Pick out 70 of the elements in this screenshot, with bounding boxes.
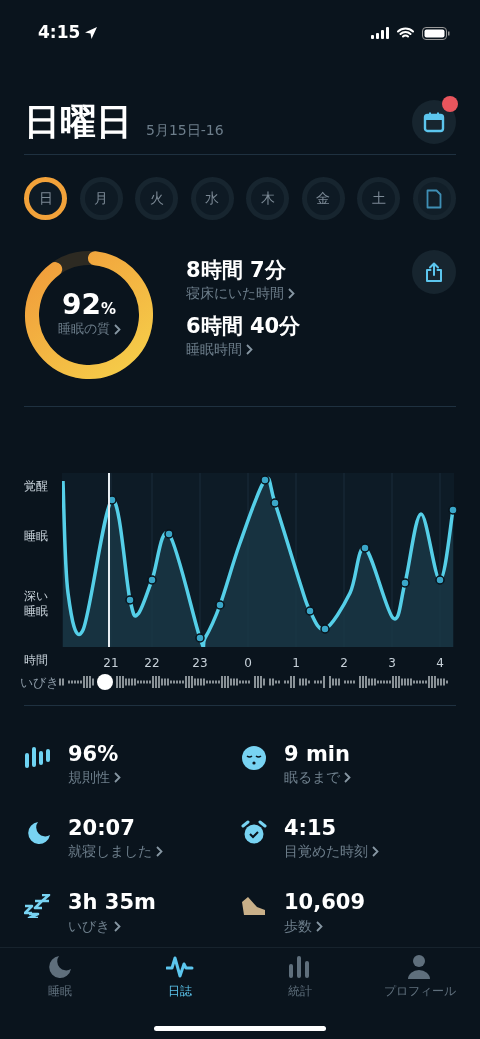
calendar-icon xyxy=(423,111,445,133)
report-button[interactable] xyxy=(412,177,456,220)
day-title: 日曜日 xyxy=(24,100,132,144)
chevron-icon xyxy=(113,323,121,335)
chevron-icon xyxy=(156,846,163,858)
signal-icon xyxy=(371,27,389,39)
metric-value: 6時間 40分 xyxy=(186,314,302,340)
day-button[interactable]: 日 xyxy=(24,177,67,220)
chevron-icon xyxy=(288,288,295,300)
axis-label: 睡眠 xyxy=(24,528,49,545)
stat-link[interactable]: 目覚めた時刻 xyxy=(284,841,368,863)
alarm-clock-icon xyxy=(240,819,268,844)
axis-label: 3 xyxy=(388,656,396,670)
stat-value: 9 min xyxy=(284,742,351,768)
share-icon xyxy=(425,262,443,282)
axis-label: 2 xyxy=(340,656,348,670)
document-icon xyxy=(426,188,443,209)
day-button[interactable]: 金 xyxy=(301,177,345,220)
axis-label: 覚醒 xyxy=(24,478,49,495)
tab-button[interactable]: プロフィール xyxy=(360,954,480,1000)
share-button[interactable] xyxy=(412,250,456,294)
day-button[interactable]: 月 xyxy=(79,177,123,220)
axis-label: 深い睡眠 xyxy=(24,589,49,619)
wifi-icon xyxy=(397,27,414,39)
stat-link[interactable]: 就寝しました xyxy=(68,841,152,863)
axis-label: 21 xyxy=(103,656,119,670)
stat-value: 10,609 xyxy=(284,890,366,916)
row-label: いびき xyxy=(20,674,58,693)
day-button[interactable]: 水 xyxy=(190,177,234,220)
chevron-icon xyxy=(316,920,323,932)
wave-icon xyxy=(166,954,194,980)
day-button[interactable]: 火 xyxy=(135,177,179,220)
chevron-icon xyxy=(372,846,379,858)
stat-value: 20:07 xyxy=(68,816,136,842)
snore-scrubber[interactable] xyxy=(59,674,448,690)
axis-title: 時間 xyxy=(24,652,49,669)
day-button[interactable]: 土 xyxy=(357,177,401,220)
quality-score: 92% xyxy=(62,291,116,320)
tab-button[interactable]: 睡眠 xyxy=(0,954,120,1000)
stat-link[interactable]: 規則性 xyxy=(68,767,110,789)
day-button[interactable]: 木 xyxy=(246,177,290,220)
stat-link[interactable]: 歩数 xyxy=(284,915,312,937)
battery-icon xyxy=(422,26,450,40)
zzz-icon xyxy=(24,893,52,918)
stat-value: 4:15 xyxy=(284,816,338,842)
tab-button[interactable]: 統計 xyxy=(240,954,360,1000)
date-range: 5月15日-16 xyxy=(146,120,224,140)
chevron-icon xyxy=(344,772,351,784)
moon-icon xyxy=(46,954,74,980)
metric-value: 8時間 7分 xyxy=(186,258,287,284)
clock-time: 4:15 xyxy=(38,21,81,45)
stat-value: 3h 35m xyxy=(68,890,156,916)
axis-label: 0 xyxy=(244,656,252,670)
bars-icon xyxy=(24,745,52,770)
stat-value: 96% xyxy=(68,742,120,768)
axis-label: 4 xyxy=(436,656,444,670)
location-arrow-icon xyxy=(84,26,99,40)
tab-button[interactable]: 日誌 xyxy=(120,954,240,1000)
axis-label: 22 xyxy=(144,656,160,670)
metric-link[interactable]: 睡眠時間 xyxy=(186,339,242,361)
metric-link[interactable]: 寝床にいた時間 xyxy=(186,283,284,305)
chevron-icon xyxy=(246,344,253,356)
chevron-icon xyxy=(114,772,121,784)
stat-link[interactable]: いびき xyxy=(68,915,110,937)
sleepy-face-icon xyxy=(240,745,268,770)
quality-link[interactable]: 睡眠の質 xyxy=(57,319,110,339)
chevron-icon xyxy=(114,920,121,932)
axis-label: 23 xyxy=(192,656,208,670)
axis-label: 1 xyxy=(292,656,300,670)
stat-link[interactable]: 眠るまで xyxy=(284,767,340,789)
